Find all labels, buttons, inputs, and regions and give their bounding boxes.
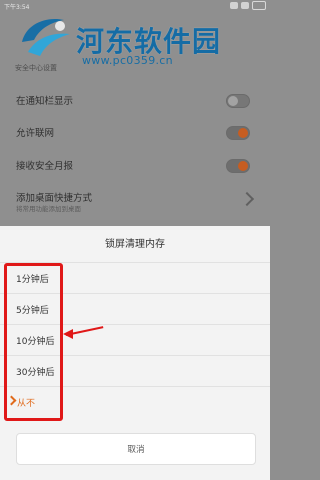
setting-monthly-report[interactable]: 接收安全月报: [0, 149, 270, 183]
annotation-highlight-box: [4, 263, 63, 421]
toggle-switch[interactable]: [226, 126, 250, 140]
cancel-button[interactable]: 取消: [16, 433, 256, 465]
chevron-right-icon: [239, 191, 255, 207]
setting-label: 添加桌面快捷方式: [16, 193, 93, 204]
setting-allow-network[interactable]: 允许联网: [0, 116, 270, 150]
settings-list: 安全中心设置 在通知栏显示 允许联网 接收安全月报 添加桌面快捷方式 将常用功能…: [0, 0, 270, 213]
toggle-switch[interactable]: [226, 159, 250, 173]
setting-show-in-notification-bar[interactable]: 在通知栏显示: [0, 84, 270, 118]
toggle-switch[interactable]: [226, 94, 250, 108]
setting-label: 允许联网: [16, 128, 55, 139]
setting-add-shortcut[interactable]: 添加桌面快捷方式 将常用功能添加到桌面: [0, 181, 270, 221]
setting-sub-label: 将常用功能添加到桌面: [16, 205, 81, 213]
setting-label: 在通知栏显示: [16, 96, 74, 107]
cancel-label: 取消: [127, 445, 145, 455]
dialog-title: 锁屏清理内存: [105, 239, 165, 250]
setting-label: 接收安全月报: [16, 161, 74, 172]
section-caption: 安全中心设置: [15, 64, 57, 72]
